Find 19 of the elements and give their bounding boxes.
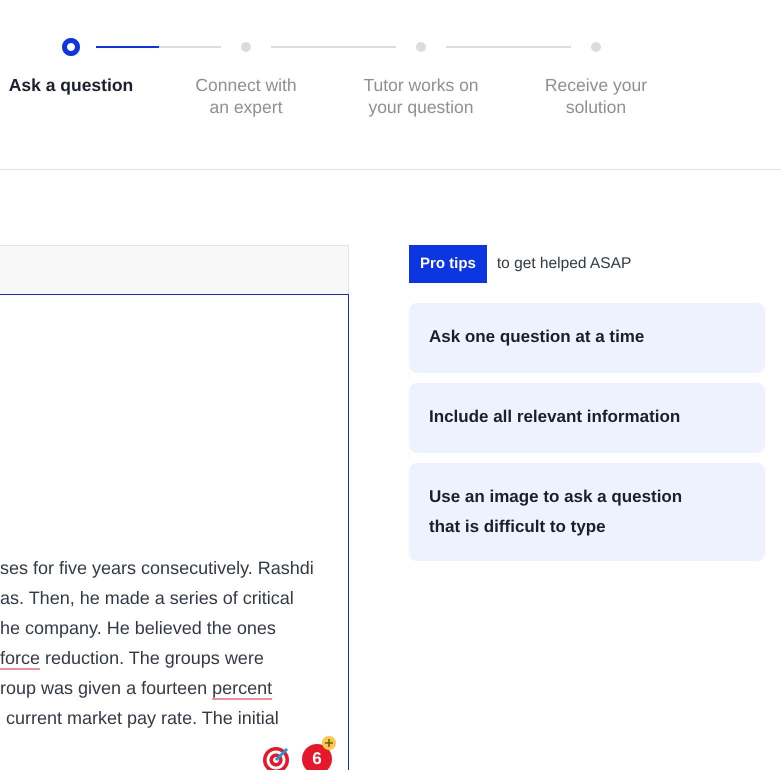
question-text-line: force reduction. The groups were: [0, 647, 264, 670]
step-label: Receive your solution: [544, 74, 648, 118]
plus-icon[interactable]: [322, 736, 336, 750]
question-text-line: current market pay rate. The initial: [6, 707, 279, 730]
pro-tips-badge: Pro tips: [409, 245, 487, 283]
question-editor[interactable]: [0, 294, 349, 770]
step-label: Ask a question: [8, 74, 134, 97]
target-icon[interactable]: [262, 744, 292, 770]
question-text-line: as. Then, he made a series of critical: [0, 587, 294, 610]
tip-card: Ask one question at a time: [409, 303, 765, 373]
question-text-line: roup was given a fourteen percent: [0, 677, 272, 700]
notification-badge[interactable]: 6: [302, 744, 332, 770]
pro-tips-caption: to get helped ASAP: [496, 255, 632, 273]
tip-card: Use an image to ask a question that is difficult to type: [409, 463, 765, 561]
step-label: Tutor works on your question: [363, 74, 479, 118]
question-text-line: ses for five years consecutively. Rashdi: [0, 557, 314, 580]
step-label: Connect with an expert: [195, 74, 297, 118]
question-text-line: he company. He believed the ones: [0, 617, 276, 640]
tip-card: Include all relevant information: [409, 383, 765, 453]
